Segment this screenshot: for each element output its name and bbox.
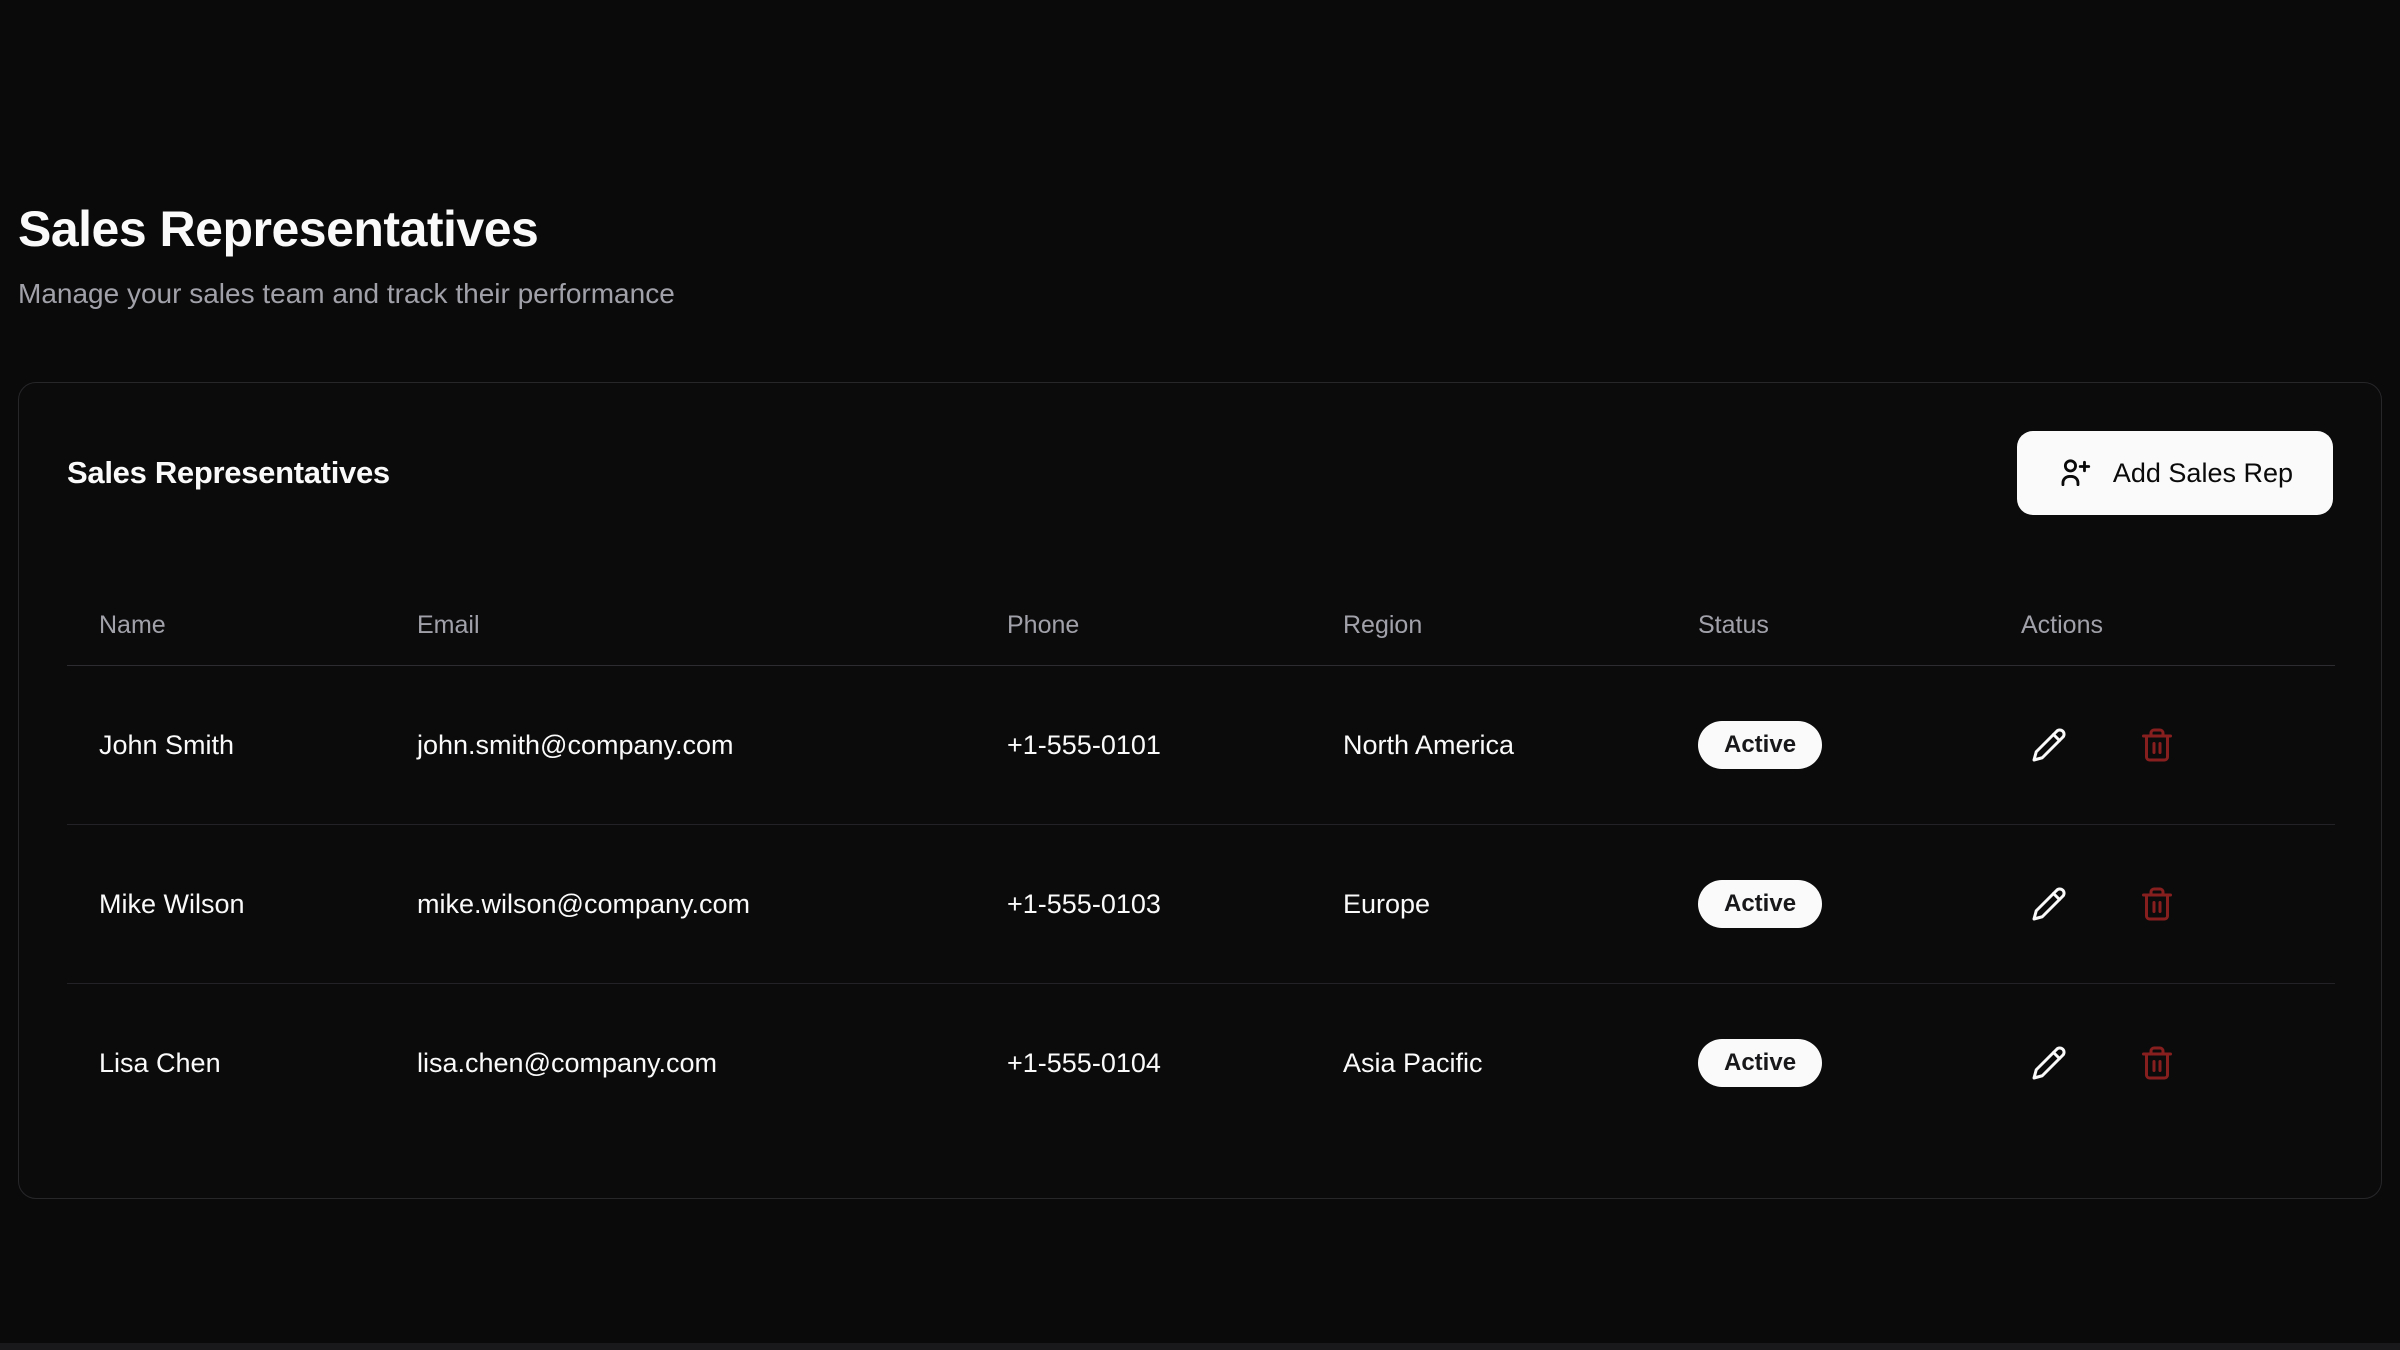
name-cell: John Smith [67,666,385,825]
table-row: John Smith john.smith@company.com +1-555… [67,666,2335,825]
sales-reps-page: Sales Representatives Manage your sales … [0,0,2400,1199]
table-body: John Smith john.smith@company.com +1-555… [67,666,2335,1143]
column-header-phone: Phone [975,585,1311,666]
phone-cell: +1-555-0101 [975,666,1311,825]
actions-cell [1989,984,2335,1143]
name-cell: Lisa Chen [67,984,385,1143]
column-header-email: Email [385,585,975,666]
window-bottom-edge [0,1343,2400,1350]
pencil-icon [2031,1045,2067,1081]
phone-cell: +1-555-0104 [975,984,1311,1143]
region-cell: North America [1311,666,1666,825]
status-cell: Active [1666,825,1989,984]
table-row: Lisa Chen lisa.chen@company.com +1-555-0… [67,984,2335,1143]
column-header-name: Name [67,585,385,666]
table-row: Mike Wilson mike.wilson@company.com +1-5… [67,825,2335,984]
sales-reps-table: Name Email Phone Region Status Actions J… [67,585,2335,1142]
email-cell: mike.wilson@company.com [385,825,975,984]
sales-reps-card: Sales Representatives Add Sales Rep [18,382,2382,1199]
region-cell: Europe [1311,825,1666,984]
card-title: Sales Representatives [67,455,390,491]
page-subtitle: Manage your sales team and track their p… [18,276,2382,312]
trash-icon [2139,886,2175,922]
pencil-icon [2031,727,2067,763]
trash-icon [2139,1045,2175,1081]
email-cell: lisa.chen@company.com [385,984,975,1143]
page-title: Sales Representatives [18,0,2382,258]
table-header: Name Email Phone Region Status Actions [67,585,2335,666]
user-plus-icon [2057,456,2091,490]
column-header-actions: Actions [1989,585,2335,666]
actions-cell [1989,825,2335,984]
trash-icon [2139,727,2175,763]
phone-cell: +1-555-0103 [975,825,1311,984]
add-sales-rep-label: Add Sales Rep [2113,458,2293,489]
email-cell: john.smith@company.com [385,666,975,825]
status-badge: Active [1698,1039,1822,1087]
delete-button[interactable] [2129,717,2185,773]
status-cell: Active [1666,984,1989,1143]
column-header-region: Region [1311,585,1666,666]
pencil-icon [2031,886,2067,922]
status-badge: Active [1698,880,1822,928]
status-badge: Active [1698,721,1822,769]
status-cell: Active [1666,666,1989,825]
add-sales-rep-button[interactable]: Add Sales Rep [2017,431,2333,515]
card-header: Sales Representatives Add Sales Rep [67,431,2333,515]
region-cell: Asia Pacific [1311,984,1666,1143]
column-header-status: Status [1666,585,1989,666]
actions-cell [1989,666,2335,825]
edit-button[interactable] [2021,876,2077,932]
edit-button[interactable] [2021,1035,2077,1091]
delete-button[interactable] [2129,876,2185,932]
name-cell: Mike Wilson [67,825,385,984]
delete-button[interactable] [2129,1035,2185,1091]
edit-button[interactable] [2021,717,2077,773]
